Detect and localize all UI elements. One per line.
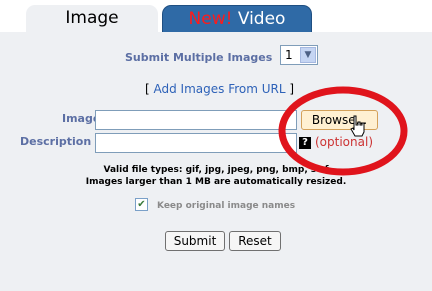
bracket-open: [ — [145, 82, 154, 96]
new-badge: New! — [188, 9, 233, 29]
tab-image[interactable]: Image — [26, 5, 158, 32]
keep-names-label: Keep original image names — [157, 201, 296, 211]
submit-multiple-select[interactable]: 1 ▼ — [280, 45, 318, 65]
submit-button[interactable]: Submit — [165, 231, 225, 251]
tab-video-label: Video — [232, 9, 286, 29]
image-file-input[interactable] — [95, 110, 297, 130]
reset-button[interactable]: Reset — [229, 231, 281, 251]
description-input[interactable] — [95, 133, 297, 153]
keep-names-checkbox[interactable]: ✔ — [135, 198, 148, 211]
tab-video[interactable]: New! Video — [162, 5, 312, 32]
chevron-down-icon: ▼ — [300, 47, 316, 63]
submit-multiple-value: 1 — [285, 48, 293, 62]
highlight-circle — [278, 86, 408, 176]
checkmark-icon: ✔ — [137, 199, 146, 210]
submit-multiple-label: Submit Multiple Images — [125, 51, 273, 64]
tab-bar: Image New! Video — [0, 0, 432, 32]
add-images-from-url-link[interactable]: Add Images From URL — [154, 82, 286, 96]
description-label: Description — [20, 135, 92, 148]
add-from-url: [ Add Images From URL ] — [145, 82, 294, 96]
